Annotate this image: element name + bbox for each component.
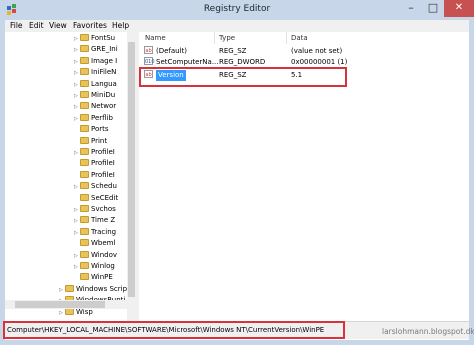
tree-item-label: Langua bbox=[91, 79, 117, 88]
tree-horizontal-scroll-thumb[interactable] bbox=[15, 301, 105, 308]
status-highlight-box bbox=[3, 321, 345, 339]
folder-icon bbox=[80, 148, 89, 155]
tree-item-label: GRE_Ini bbox=[91, 45, 118, 54]
watermark: larslohmann.blogspot.dk bbox=[382, 327, 474, 336]
menu-favorites[interactable]: Favorites bbox=[73, 21, 107, 30]
folder-icon bbox=[80, 79, 89, 87]
minimize-button[interactable]: – bbox=[400, 0, 422, 17]
tree-item[interactable]: WinPE bbox=[74, 271, 113, 283]
folder-icon bbox=[80, 91, 89, 98]
tree-item-label: IniFileN bbox=[91, 68, 117, 77]
menu-view[interactable]: View bbox=[49, 21, 67, 30]
dword-value-icon: 010 bbox=[144, 57, 155, 65]
tree-vertical-scrollbar[interactable] bbox=[127, 32, 136, 321]
value-type: REG_SZ bbox=[219, 47, 247, 55]
folder-icon bbox=[80, 34, 89, 41]
close-button[interactable]: ✕ bbox=[444, 0, 474, 17]
menu-edit[interactable]: Edit bbox=[29, 21, 44, 30]
tree-item[interactable]: Print bbox=[74, 135, 107, 147]
tree-item-label: ProfileI bbox=[91, 159, 115, 168]
title-bar[interactable]: Registry Editor – □ ✕ bbox=[0, 0, 474, 20]
folder-icon bbox=[80, 273, 89, 281]
tree-item[interactable]: ▷ FontSu bbox=[74, 32, 115, 44]
folder-icon bbox=[80, 45, 89, 53]
tree-item-label: Winlog bbox=[91, 262, 115, 270]
folder-icon bbox=[80, 262, 89, 269]
tree-item[interactable]: ▷ Svchos bbox=[74, 203, 116, 215]
tree-item[interactable]: ▷ MiniDu bbox=[74, 89, 115, 101]
tree-item-label: Windov bbox=[91, 250, 118, 259]
value-name: (Default) bbox=[156, 47, 188, 55]
tree-item-label: Perflib bbox=[91, 113, 113, 122]
tree-item[interactable]: ▷ Networ bbox=[74, 100, 116, 112]
tree-item-label: FontSu bbox=[91, 34, 116, 42]
column-divider[interactable] bbox=[286, 32, 287, 44]
tree-item-label: Wbeml bbox=[91, 239, 116, 248]
tree-item-label: Print bbox=[91, 136, 108, 145]
value-highlight-box bbox=[139, 67, 347, 87]
string-value-icon: ab bbox=[144, 46, 153, 54]
folder-icon bbox=[80, 159, 89, 167]
tree-item[interactable]: ▷ Schedu bbox=[74, 180, 117, 192]
tree-item[interactable]: ▷ GRE_Ini bbox=[74, 43, 118, 55]
tree-item[interactable]: ▷ IniFileN bbox=[74, 66, 116, 78]
column-header-name[interactable]: Name bbox=[145, 34, 166, 42]
folder-icon bbox=[80, 227, 89, 235]
folder-icon bbox=[80, 136, 89, 144]
tree-item-label: Tracing bbox=[91, 227, 117, 236]
tree-item[interactable]: ▷ Tracing bbox=[74, 226, 116, 238]
menu-help[interactable]: Help bbox=[112, 21, 129, 30]
tree-item[interactable]: ▷ Windov bbox=[74, 249, 117, 261]
menu-bar: File Edit View Favorites Help bbox=[5, 20, 469, 32]
registry-tree[interactable]: ▷ FontSu ▷ GRE_Ini ▷ Image I ▷ IniFileN ▷ Langua ▷… bbox=[5, 32, 135, 321]
tree-vertical-scroll-thumb[interactable] bbox=[128, 42, 135, 297]
folder-icon bbox=[65, 284, 74, 292]
folder-icon bbox=[80, 56, 89, 64]
folder-icon bbox=[80, 182, 89, 190]
tree-item-label: ProfileI bbox=[91, 148, 115, 156]
folder-icon bbox=[80, 216, 89, 224]
tree-item-label: Svchos bbox=[91, 205, 116, 213]
tree-item-label: Windows Scrip bbox=[76, 284, 128, 293]
tree-item-label: WinPE bbox=[91, 273, 113, 282]
tree-item-label: Image I bbox=[91, 56, 118, 65]
column-header-type[interactable]: Type bbox=[219, 34, 235, 42]
maximize-button[interactable]: □ bbox=[422, 0, 444, 17]
folder-icon bbox=[80, 205, 89, 212]
column-header-data[interactable]: Data bbox=[291, 34, 308, 42]
tree-item[interactable]: Ports bbox=[74, 123, 109, 135]
tree-item-label: SeCEdit bbox=[91, 193, 119, 202]
value-data: (value not set) bbox=[291, 47, 343, 55]
folder-icon bbox=[80, 193, 89, 201]
tree-item-label: Schedu bbox=[91, 182, 117, 191]
tree-item[interactable]: ▷ Winlog bbox=[74, 260, 115, 272]
folder-icon bbox=[80, 68, 89, 76]
folder-icon bbox=[80, 239, 89, 247]
folder-icon bbox=[80, 102, 89, 110]
tree-item-label: ProfileI bbox=[91, 170, 115, 179]
tree-item-label: Networ bbox=[91, 102, 117, 111]
tree-item[interactable]: SeCEdit bbox=[74, 192, 118, 204]
tree-item[interactable]: ▷ Langua bbox=[74, 78, 117, 90]
tree-item-label: Time Z bbox=[91, 216, 116, 225]
value-row[interactable]: ab (Default) REG_SZ (value not set) bbox=[144, 46, 464, 57]
tree-horizontal-scrollbar[interactable] bbox=[5, 300, 127, 309]
tree-item-label: Ports bbox=[91, 125, 109, 134]
menu-file[interactable]: File bbox=[10, 21, 23, 30]
tree-item[interactable]: ▷ Windows Scrip bbox=[59, 283, 127, 295]
tree-item-label: MiniDu bbox=[91, 91, 116, 99]
tree-item[interactable]: ▷ Time Z bbox=[74, 214, 115, 226]
tree-item[interactable]: ProfileI bbox=[74, 157, 115, 169]
folder-icon bbox=[80, 250, 89, 258]
tree-item[interactable]: ▷ ProfileI bbox=[74, 146, 115, 158]
tree-item[interactable]: ▷ Image I bbox=[74, 55, 117, 67]
folder-icon bbox=[80, 170, 89, 178]
tree-item[interactable]: ProfileI bbox=[74, 169, 115, 181]
column-divider[interactable] bbox=[214, 32, 215, 44]
tree-item[interactable]: ▷ Perflib bbox=[74, 112, 113, 124]
folder-icon bbox=[80, 113, 89, 121]
folder-icon bbox=[80, 125, 89, 133]
tree-item[interactable]: Wbeml bbox=[74, 237, 115, 249]
